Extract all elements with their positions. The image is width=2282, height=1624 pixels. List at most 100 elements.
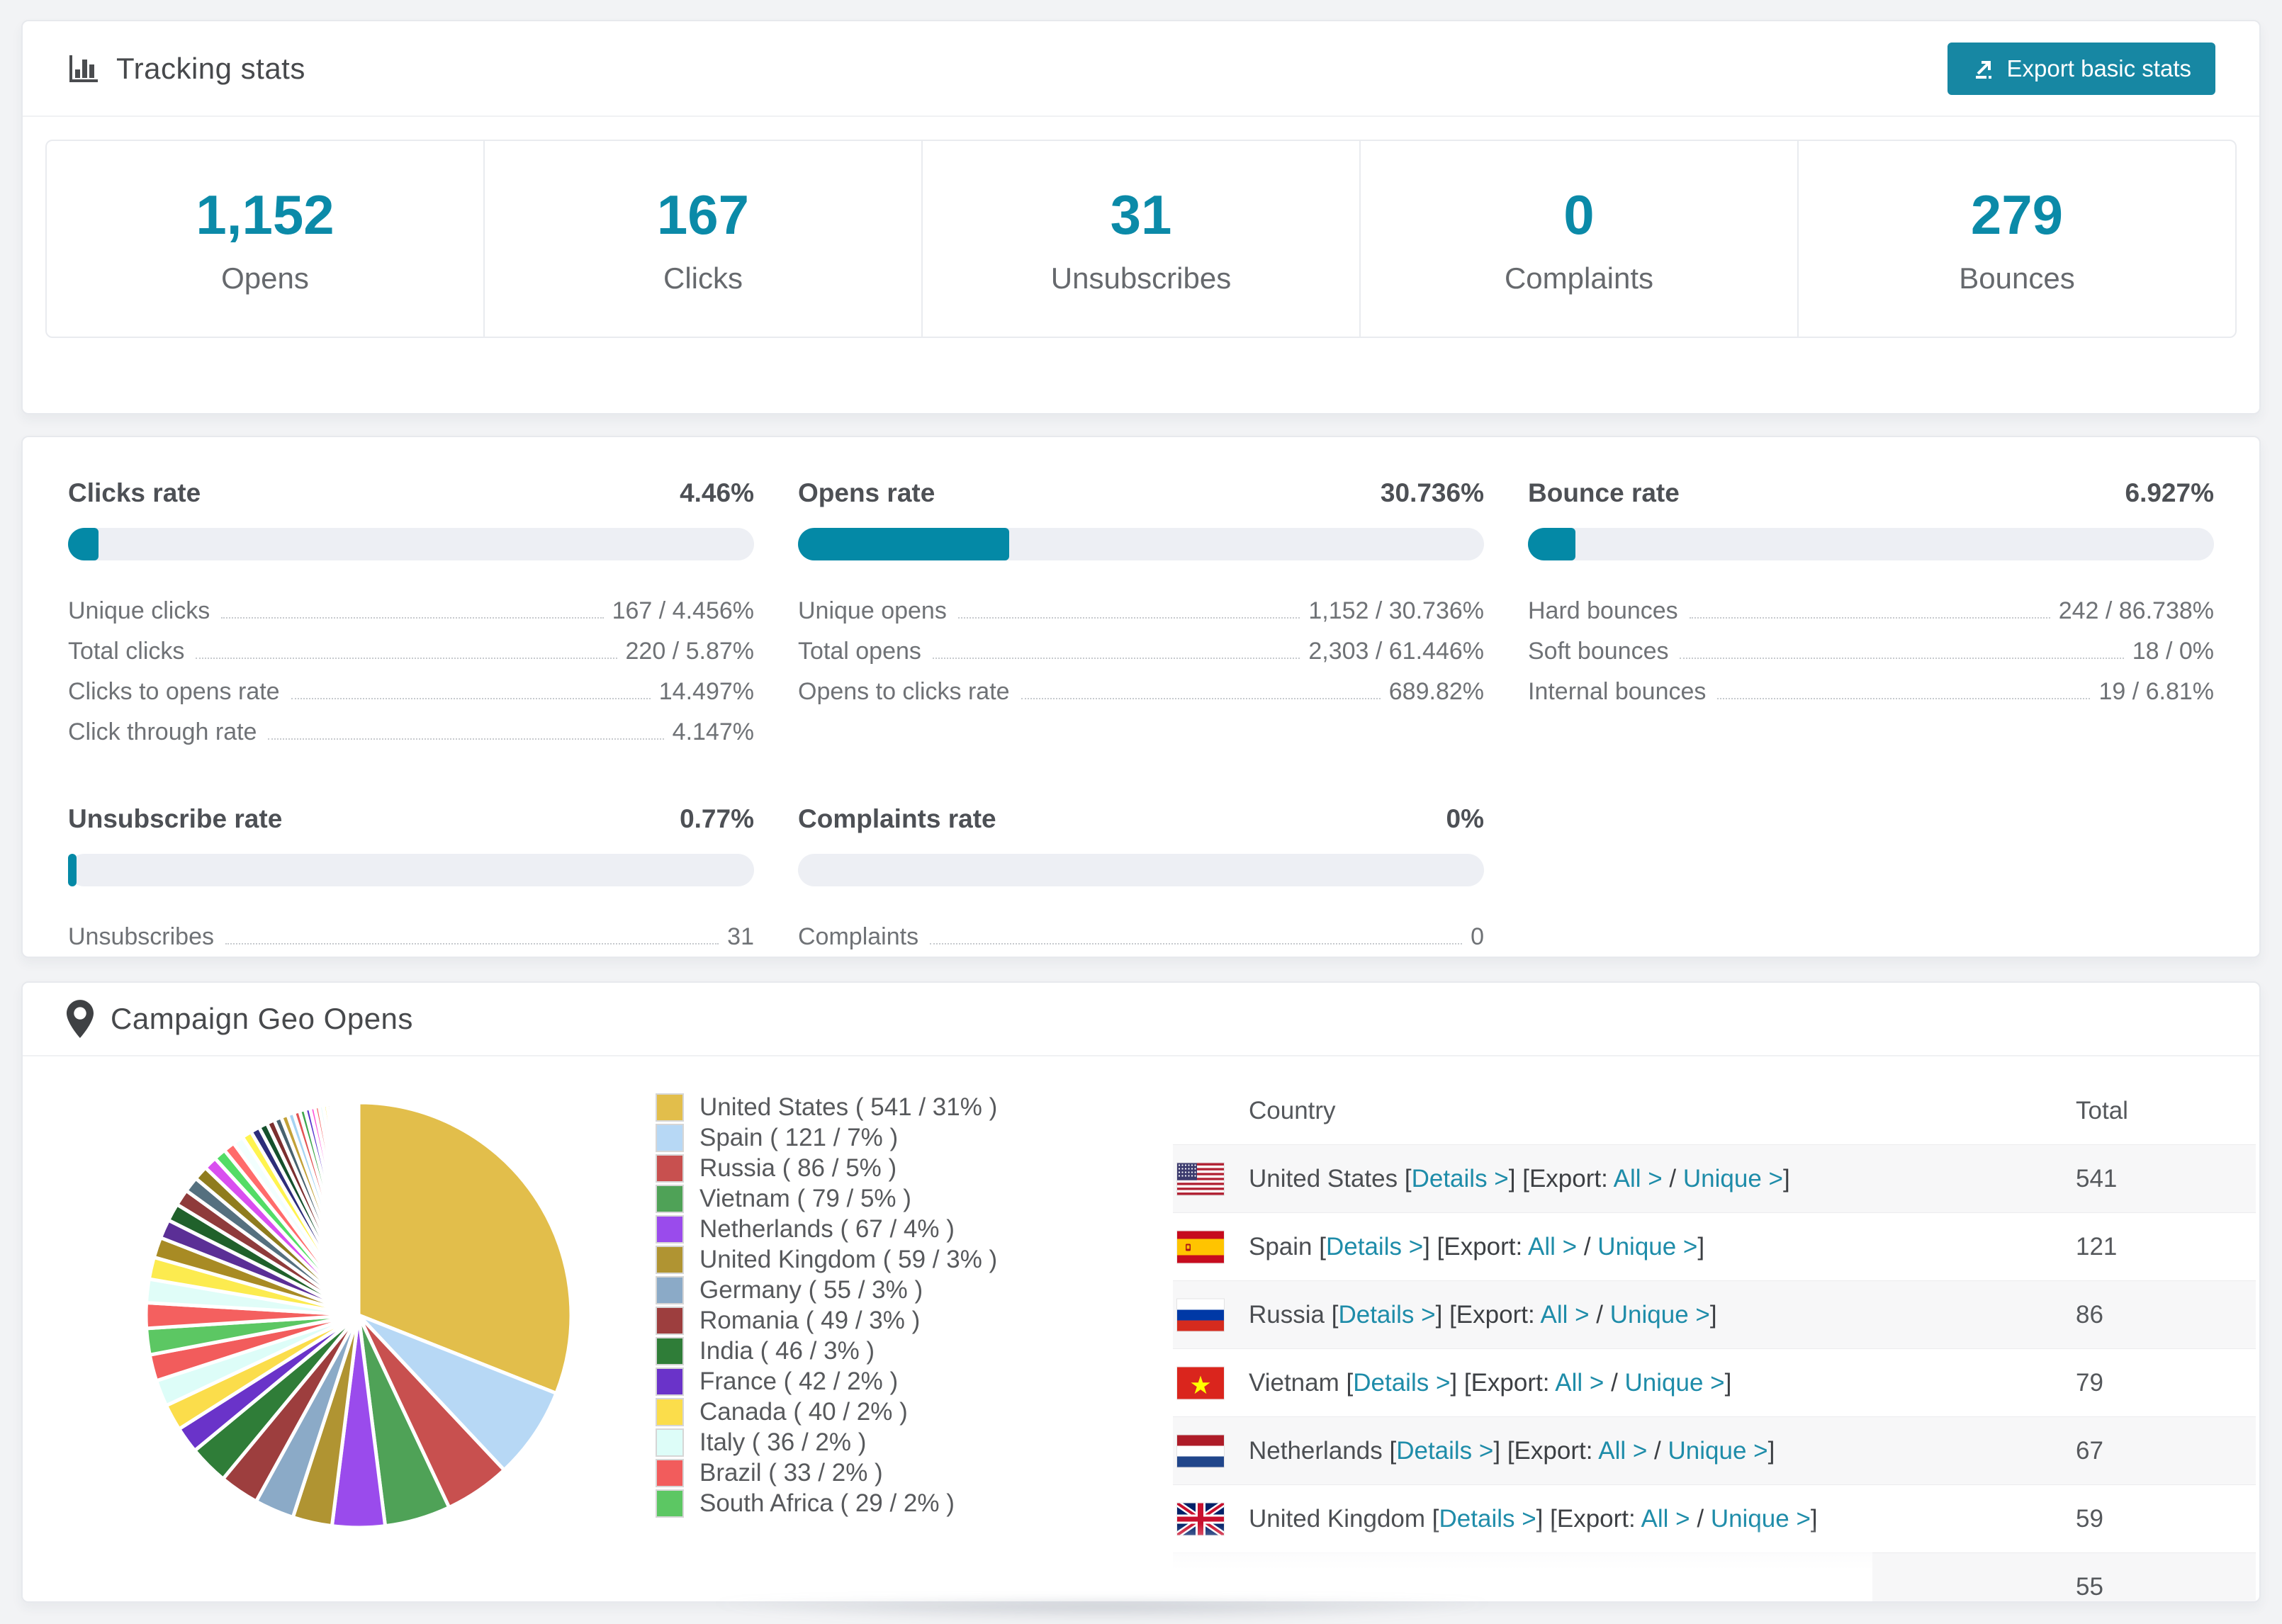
flag-nl-icon: [1177, 1435, 1224, 1467]
dashboard-page: Tracking stats Export basic stats 1,152 …: [0, 0, 2282, 1624]
export-icon: [1972, 57, 1996, 81]
details-link[interactable]: Details >: [1326, 1233, 1423, 1261]
rate-title: Unsubscribe rate: [68, 804, 283, 833]
rate-metric-row: Clicks to opens rate 14.497%: [68, 665, 754, 706]
rate-metric-value: 4.147%: [672, 718, 754, 745]
geo-opens-card: Campaign Geo Opens United States ( 541 /…: [21, 981, 2261, 1603]
progress-bar-track: [1528, 528, 2214, 560]
export-all-link[interactable]: All >: [1555, 1369, 1604, 1397]
export-basic-stats-button[interactable]: Export basic stats: [1947, 42, 2215, 95]
details-link[interactable]: Details >: [1353, 1369, 1450, 1397]
details-link[interactable]: Details >: [1412, 1165, 1509, 1192]
rate-metric-row: Complaints 0: [798, 910, 1484, 951]
legend-label: South Africa ( 29 / 2% ): [699, 1489, 955, 1517]
details-link[interactable]: Details >: [1338, 1301, 1435, 1329]
flag-ru-icon: [1177, 1299, 1224, 1331]
legend-color-swatch: [656, 1154, 684, 1183]
stat-value: 31: [1110, 183, 1172, 246]
country-cell: Spain [Details >] [Export: All > / Uniqu…: [1249, 1232, 1705, 1261]
details-link[interactable]: Details >: [1439, 1505, 1536, 1533]
export-unique-link[interactable]: Unique >: [1636, 1573, 1736, 1601]
rate-metric-label: Clicks to opens rate: [68, 678, 280, 705]
progress-bar-track: [68, 528, 754, 560]
total-cell: 79: [2076, 1368, 2103, 1397]
dotted-leader: [268, 738, 664, 740]
legend-label: India ( 46 / 3% ): [699, 1337, 875, 1365]
export-all-link[interactable]: All >: [1566, 1573, 1615, 1601]
geo-table-row-gb: United Kingdom [Details >] [Export: All …: [1173, 1484, 2256, 1552]
export-all-link[interactable]: All >: [1641, 1505, 1690, 1533]
geo-table-row-ru: Russia [Details >] [Export: All > / Uniq…: [1173, 1280, 2256, 1348]
export-unique-link[interactable]: Unique >: [1711, 1505, 1811, 1533]
stat-label: Unsubscribes: [1050, 261, 1232, 295]
legend-label: Germany ( 55 / 3% ): [699, 1276, 923, 1304]
legend-label: Spain ( 121 / 7% ): [699, 1124, 899, 1151]
country-column-header: Country: [1249, 1096, 1336, 1124]
rate-metric-row: Click through rate 4.147%: [68, 706, 754, 746]
country-cell: Germany [Details >] [Export: All > / Uni…: [1249, 1572, 1743, 1601]
rate-title: Complaints rate: [798, 804, 996, 833]
rate-metric-label: Total clicks: [68, 638, 185, 665]
total-cell: 121: [2076, 1232, 2118, 1261]
map-pin-icon: [67, 1000, 94, 1038]
legend-color-swatch: [656, 1124, 684, 1152]
rate-metric-value: 167 / 4.456%: [612, 597, 754, 624]
legend-label: Brazil ( 33 / 2% ): [699, 1459, 883, 1487]
progress-bar-track: [798, 528, 1484, 560]
geo-opens-title: Campaign Geo Opens: [111, 1002, 413, 1035]
country-cell: United States [Details >] [Export: All >…: [1249, 1164, 1790, 1192]
legend-color-swatch: [656, 1337, 684, 1365]
stat-value: 167: [656, 183, 750, 246]
rate-metric-value: 2,303 / 61.446%: [1308, 638, 1484, 665]
rate-metric-value: 242 / 86.738%: [2058, 597, 2214, 624]
export-unique-link[interactable]: Unique >: [1625, 1369, 1725, 1397]
details-link[interactable]: Details >: [1396, 1437, 1493, 1465]
legend-color-swatch: [656, 1428, 684, 1457]
stat-value: 279: [1970, 183, 2064, 246]
dotted-leader: [932, 658, 1300, 659]
export-unique-link[interactable]: Unique >: [1683, 1165, 1783, 1192]
pie-slice-other[interactable]: [355, 1100, 361, 1316]
legend-color-swatch: [656, 1215, 684, 1244]
rate-title: Clicks rate: [68, 478, 201, 507]
export-all-link[interactable]: All >: [1540, 1301, 1589, 1329]
export-all-link[interactable]: All >: [1598, 1437, 1647, 1465]
export-all-link[interactable]: All >: [1528, 1233, 1577, 1261]
geo-opens-header: Campaign Geo Opens: [23, 983, 2259, 1056]
legend-item: Romania ( 49 / 3% ): [656, 1307, 997, 1335]
export-unique-link[interactable]: Unique >: [1597, 1233, 1697, 1261]
country-name: Spain: [1249, 1232, 1313, 1261]
rate-metric-value: 0: [1471, 923, 1484, 950]
rate-metric-value: 18 / 0%: [2132, 638, 2214, 665]
details-link[interactable]: Details >: [1364, 1573, 1461, 1601]
rate-metric-row: Hard bounces 242 / 86.738%: [1528, 585, 2214, 625]
progress-bar-track: [798, 854, 1484, 886]
legend-item: Russia ( 86 / 5% ): [656, 1154, 997, 1183]
rate-metric-value: 220 / 5.87%: [625, 638, 754, 665]
total-column-header: Total: [2076, 1096, 2128, 1124]
rate-block-clicks-rate: Clicks rate 4.46% Unique clicks 167 / 4.…: [68, 478, 754, 746]
dotted-leader: [1021, 698, 1381, 699]
flag-gb-icon: [1177, 1503, 1224, 1535]
export-unique-link[interactable]: Unique >: [1668, 1437, 1768, 1465]
bar-chart-icon: [67, 52, 99, 85]
tracking-stats-title-wrap: Tracking stats: [67, 52, 305, 86]
dotted-leader: [196, 658, 617, 659]
export-all-link[interactable]: All >: [1614, 1165, 1663, 1192]
country-cell: Vietnam [Details >] [Export: All > / Uni…: [1249, 1368, 1732, 1397]
rate-metric-label: Hard bounces: [1528, 597, 1678, 624]
rate-value: 0%: [1446, 804, 1484, 833]
country-cell: United Kingdom [Details >] [Export: All …: [1249, 1504, 1818, 1533]
rate-metric-label: Click through rate: [68, 718, 257, 745]
geo-opens-table: Country Total United States [Details >] …: [1173, 1077, 2256, 1601]
rate-metric-label: Opens to clicks rate: [798, 678, 1010, 705]
rate-metric-label: Internal bounces: [1528, 678, 1707, 705]
rate-metric-value: 19 / 6.81%: [2098, 678, 2214, 705]
legend-item: United States ( 541 / 31% ): [656, 1093, 997, 1122]
legend-color-swatch: [656, 1459, 684, 1487]
country-name: Germany: [1249, 1572, 1351, 1601]
dotted-leader: [1680, 658, 2124, 659]
legend-label: Italy ( 36 / 2% ): [699, 1428, 867, 1456]
legend-color-swatch: [656, 1093, 684, 1122]
export-unique-link[interactable]: Unique >: [1610, 1301, 1710, 1329]
